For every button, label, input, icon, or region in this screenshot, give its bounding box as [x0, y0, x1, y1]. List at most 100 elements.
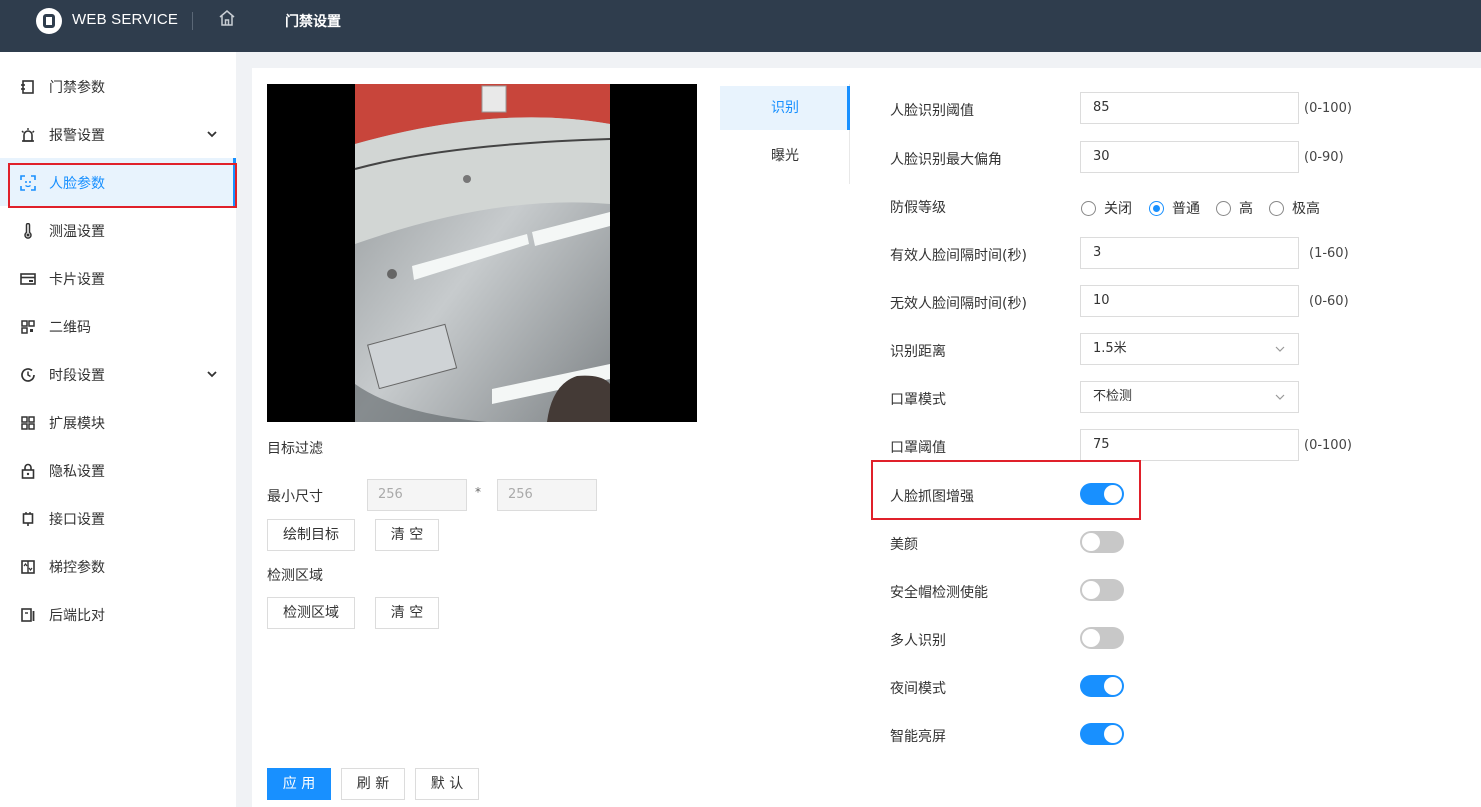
header-title[interactable]: 门禁设置: [285, 11, 341, 31]
size-separator: *: [475, 485, 481, 499]
elevator-icon: [21, 560, 35, 574]
thermometer-icon: [24, 223, 32, 239]
night-mode-label: 夜间模式: [890, 681, 946, 697]
radio-icon: [1081, 200, 1096, 216]
invalid-interval-range: (0-60): [1309, 294, 1349, 309]
anti-spoof-radio-off[interactable]: 关闭: [1081, 198, 1132, 218]
helmet-detection-toggle[interactable]: [1080, 579, 1124, 601]
grid-icon: [21, 416, 35, 430]
radio-selected-icon: [1149, 200, 1164, 216]
anti-spoof-radio-high[interactable]: 高: [1216, 198, 1253, 218]
sidebar-item-label: 二维码: [49, 320, 91, 336]
distance-select[interactable]: 1.5米: [1080, 333, 1299, 365]
alarm-icon: [21, 128, 35, 142]
interface-icon: [22, 512, 34, 526]
mask-threshold-label: 口罩阈值: [890, 440, 946, 456]
sidebar-item-label: 隐私设置: [49, 464, 105, 480]
min-width-input[interactable]: 256: [367, 479, 467, 511]
anti-spoof-radio-extreme[interactable]: 极高: [1269, 198, 1320, 218]
header-divider: [192, 12, 193, 30]
chevron-down-icon: [207, 131, 217, 138]
beauty-toggle[interactable]: [1080, 531, 1124, 553]
logo-icon: [36, 8, 62, 34]
detect-area-label: 检测区域: [267, 568, 323, 584]
radio-icon: [1216, 200, 1231, 216]
sidebar-item-time[interactable]: 时段设置: [0, 350, 236, 398]
face-max-angle-label: 人脸识别最大偏角: [890, 152, 1002, 168]
face-capture-enhance-toggle[interactable]: [1080, 483, 1124, 505]
sidebar-item-label: 接口设置: [49, 512, 105, 528]
min-height-input[interactable]: 256: [497, 479, 597, 511]
apply-button[interactable]: 应 用: [267, 768, 331, 800]
sidebar-item-label: 报警设置: [49, 128, 105, 144]
sidebar-item-temperature[interactable]: 测温设置: [0, 206, 236, 254]
min-size-label: 最小尺寸: [267, 489, 323, 505]
face-max-angle-input[interactable]: 30: [1080, 141, 1299, 173]
face-scan-icon: [20, 175, 36, 191]
sidebar-item-label: 时段设置: [49, 368, 105, 384]
valid-interval-label: 有效人脸间隔时间(秒): [890, 248, 1027, 264]
sidebar-item-label: 扩展模块: [49, 416, 105, 432]
mask-mode-select-value: 不检测: [1093, 389, 1133, 404]
clear-area-button[interactable]: 清 空: [375, 597, 439, 629]
sidebar: 门禁参数 报警设置 人脸参数 测温设置 卡片设置 二维码 时段设置 扩展模块 隐…: [0, 52, 236, 807]
default-button[interactable]: 默 认: [415, 768, 479, 800]
chevron-down-icon: [1275, 346, 1285, 352]
sidebar-item-label: 人脸参数: [49, 176, 105, 192]
draw-target-button[interactable]: 绘制目标: [267, 519, 355, 551]
refresh-button[interactable]: 刷 新: [341, 768, 405, 800]
face-capture-enhance-label: 人脸抓图增强: [890, 489, 974, 505]
detect-area-button[interactable]: 检测区域: [267, 597, 355, 629]
face-max-angle-range: (0-90): [1304, 150, 1344, 165]
chevron-down-icon: [207, 371, 217, 378]
sidebar-item-label: 测温设置: [49, 224, 105, 240]
invalid-interval-label: 无效人脸间隔时间(秒): [890, 296, 1027, 312]
sidebar-item-label: 梯控参数: [49, 560, 105, 576]
sidebar-item-card[interactable]: 卡片设置: [0, 254, 236, 302]
sidebar-item-extension[interactable]: 扩展模块: [0, 398, 236, 446]
smart-screen-label: 智能亮屏: [890, 729, 946, 745]
face-threshold-label: 人脸识别阈值: [890, 103, 974, 119]
sidebar-item-elevator[interactable]: 梯控参数: [0, 542, 236, 590]
helmet-detection-label: 安全帽检测使能: [890, 585, 988, 601]
sidebar-item-backend-compare[interactable]: 后端比对: [0, 590, 236, 638]
sidebar-item-label: 后端比对: [49, 608, 105, 624]
anti-spoof-label: 防假等级: [890, 200, 946, 216]
distance-label: 识别距离: [890, 344, 946, 360]
sidebar-item-face-params[interactable]: 人脸参数: [0, 158, 236, 206]
tab-exposure[interactable]: 曝光: [720, 134, 850, 178]
target-filter-label: 目标过滤: [267, 441, 323, 457]
valid-interval-range: (1-60): [1309, 246, 1349, 261]
mask-threshold-input[interactable]: 75: [1080, 429, 1299, 461]
sidebar-item-qrcode[interactable]: 二维码: [0, 302, 236, 350]
valid-interval-input[interactable]: 3: [1080, 237, 1299, 269]
compare-icon: [21, 608, 35, 622]
multi-person-label: 多人识别: [890, 633, 946, 649]
chevron-down-icon: [1275, 394, 1285, 400]
smart-screen-toggle[interactable]: [1080, 723, 1124, 745]
face-threshold-input[interactable]: 85: [1080, 92, 1299, 124]
sidebar-item-label: 卡片设置: [49, 272, 105, 288]
tab-recognition[interactable]: 识别: [720, 86, 850, 130]
card-icon: [20, 273, 36, 285]
night-mode-toggle[interactable]: [1080, 675, 1124, 697]
door-params-icon: [21, 80, 34, 94]
sidebar-item-door-params[interactable]: 门禁参数: [0, 62, 236, 110]
clear-target-button[interactable]: 清 空: [375, 519, 439, 551]
sidebar-item-privacy[interactable]: 隐私设置: [0, 446, 236, 494]
lock-icon: [21, 463, 35, 479]
camera-preview[interactable]: [267, 84, 697, 422]
home-icon[interactable]: [218, 9, 236, 31]
mask-mode-label: 口罩模式: [890, 392, 946, 408]
mask-mode-select[interactable]: 不检测: [1080, 381, 1299, 413]
anti-spoof-radio-normal[interactable]: 普通: [1149, 198, 1200, 218]
sidebar-item-interface[interactable]: 接口设置: [0, 494, 236, 542]
beauty-label: 美颜: [890, 537, 918, 553]
invalid-interval-input[interactable]: 10: [1080, 285, 1299, 317]
camera-frame-image: [267, 84, 697, 422]
sidebar-item-alarm[interactable]: 报警设置: [0, 110, 236, 158]
clock-icon: [21, 368, 35, 382]
radio-icon: [1269, 200, 1284, 216]
mask-threshold-range: (0-100): [1304, 438, 1352, 453]
multi-person-toggle[interactable]: [1080, 627, 1124, 649]
